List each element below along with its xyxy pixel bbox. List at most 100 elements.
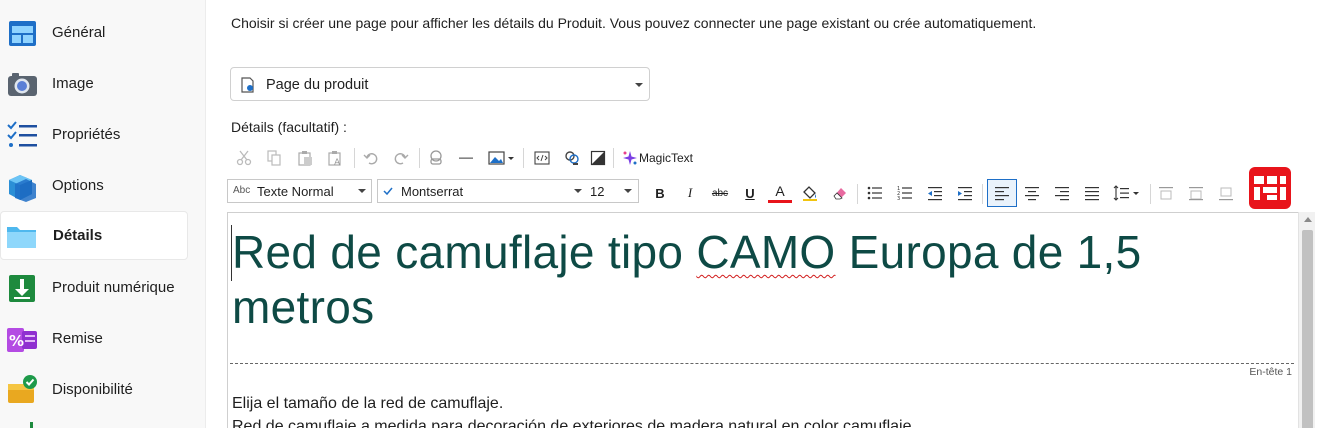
chevron-down-icon bbox=[635, 83, 643, 87]
align-left-button[interactable] bbox=[987, 179, 1017, 207]
download-icon bbox=[9, 274, 35, 302]
bold-button[interactable]: B bbox=[648, 181, 672, 205]
available-box-icon bbox=[8, 374, 37, 403]
chevron-down-icon bbox=[574, 189, 582, 193]
brand-logo bbox=[1249, 167, 1291, 209]
numbered-list-icon: 123 bbox=[897, 186, 912, 201]
indent-button[interactable] bbox=[953, 181, 977, 205]
align-center-button[interactable] bbox=[1020, 181, 1044, 205]
page-select[interactable]: Page du produit bbox=[230, 67, 650, 101]
sparkle-icon bbox=[623, 151, 637, 165]
svg-text:3: 3 bbox=[897, 196, 900, 201]
border-middle-button[interactable] bbox=[1184, 181, 1208, 205]
source-code-button[interactable] bbox=[530, 146, 554, 170]
chevron-down-icon bbox=[624, 189, 632, 193]
clear-format-button[interactable] bbox=[828, 181, 852, 205]
sidebar-item-general[interactable]: Général bbox=[0, 8, 188, 57]
sidebar-item-availability[interactable]: Disponibilité bbox=[0, 365, 188, 414]
camera-icon bbox=[8, 72, 37, 96]
border-bottom-button[interactable] bbox=[1214, 181, 1238, 205]
style-prefix: Abc bbox=[233, 185, 251, 196]
scroll-up-arrow-icon[interactable] bbox=[1304, 217, 1312, 222]
sidebar-item-label: Remise bbox=[52, 330, 103, 347]
bulleted-list-icon bbox=[867, 186, 882, 200]
page-link-icon bbox=[241, 77, 254, 93]
paste-button[interactable] bbox=[293, 146, 317, 170]
redo-button[interactable] bbox=[389, 146, 413, 170]
paragraph-style-value: Texte Normal bbox=[257, 184, 334, 199]
align-right-icon bbox=[1055, 187, 1069, 201]
border-middle-icon bbox=[1189, 187, 1203, 201]
paste-text-button[interactable]: A bbox=[323, 146, 347, 170]
chevron-down-icon bbox=[358, 189, 366, 193]
magic-text-button[interactable]: MagicText bbox=[639, 151, 693, 165]
sidebar-item-label: Général bbox=[52, 24, 106, 41]
font-color-button[interactable]: A bbox=[768, 181, 792, 203]
checkmark-icon bbox=[383, 187, 393, 196]
outdent-icon bbox=[928, 187, 942, 201]
undo-icon bbox=[363, 153, 378, 165]
partial-next-icon bbox=[30, 422, 33, 428]
sidebar-item-image[interactable]: Image bbox=[0, 59, 188, 108]
sidebar-item-label: Options bbox=[52, 177, 104, 194]
sidebar-item-properties[interactable]: Propriétés bbox=[0, 110, 188, 159]
stacked-cubes-icon bbox=[9, 174, 36, 202]
strikethrough-button[interactable]: abc bbox=[708, 181, 732, 205]
highlight-button[interactable] bbox=[798, 181, 822, 205]
cut-button[interactable] bbox=[232, 146, 256, 170]
outdent-button[interactable] bbox=[923, 181, 947, 205]
editor-scrollbar[interactable] bbox=[1298, 212, 1315, 428]
svg-text:A: A bbox=[334, 158, 341, 166]
contrast-button[interactable] bbox=[586, 146, 610, 170]
border-top-icon bbox=[1159, 187, 1173, 200]
content-paragraph[interactable]: Red de camuflaje a medida para decoració… bbox=[232, 418, 916, 428]
border-top-button[interactable] bbox=[1154, 181, 1178, 205]
font-family-value: Montserrat bbox=[401, 184, 464, 199]
line-spacing-icon bbox=[1113, 185, 1139, 201]
contrast-icon bbox=[590, 150, 606, 166]
content-heading[interactable]: Red de camuflaje tipo CAMO Europa de 1,5… bbox=[232, 225, 1292, 335]
line-spacing-button[interactable] bbox=[1110, 181, 1144, 205]
sidebar-item-label: Disponibilité bbox=[52, 381, 133, 398]
brand-logo-icon bbox=[1254, 176, 1286, 200]
align-justify-button[interactable] bbox=[1080, 181, 1104, 205]
image-insert-button[interactable] bbox=[485, 146, 519, 170]
details-label: Détails (facultatif) : bbox=[231, 119, 347, 135]
sidebar-item-label: Produit numérique bbox=[52, 279, 175, 296]
heading-text: Red de camuflaje tipo bbox=[232, 226, 697, 278]
undo-button[interactable] bbox=[359, 146, 383, 170]
rich-text-editor[interactable]: Red de camuflaje tipo CAMO Europa de 1,5… bbox=[227, 212, 1315, 428]
font-family-select[interactable]: Montserrat 12 bbox=[377, 179, 639, 203]
align-center-icon bbox=[1025, 187, 1039, 201]
sidebar-item-options[interactable]: Options bbox=[0, 161, 188, 210]
heading-style-tag: En-tête 1 bbox=[1249, 366, 1292, 378]
horizontal-rule-button[interactable] bbox=[454, 146, 478, 170]
paragraph-style-select[interactable]: Abc Texte Normal bbox=[227, 179, 372, 203]
italic-button[interactable]: I bbox=[678, 181, 702, 205]
sidebar-item-label: Propriétés bbox=[52, 126, 121, 143]
sidebar-item-digital-product[interactable]: Produit numérique bbox=[0, 263, 188, 312]
align-justify-icon bbox=[1085, 187, 1099, 201]
copy-icon bbox=[267, 150, 281, 166]
align-left-icon bbox=[995, 187, 1009, 201]
numbered-list-button[interactable]: 123 bbox=[893, 181, 917, 205]
copy-button[interactable] bbox=[262, 146, 286, 170]
align-right-button[interactable] bbox=[1050, 181, 1074, 205]
misspelled-word[interactable]: CAMO bbox=[696, 226, 835, 278]
sidebar-item-label: Détails bbox=[53, 227, 103, 244]
horizontal-rule-icon bbox=[459, 157, 473, 159]
link-button[interactable] bbox=[424, 146, 448, 170]
special-link-button[interactable] bbox=[560, 146, 584, 170]
sidebar-item-details[interactable]: Détails bbox=[0, 211, 188, 260]
underline-button[interactable]: U bbox=[738, 181, 762, 205]
bulleted-list-button[interactable] bbox=[863, 181, 887, 205]
heading-divider bbox=[230, 363, 1294, 364]
folder-icon bbox=[7, 226, 36, 248]
paint-bucket-icon bbox=[803, 186, 817, 201]
scroll-thumb[interactable] bbox=[1302, 230, 1313, 428]
sidebar-item-discount[interactable]: % Remise bbox=[0, 314, 188, 363]
indent-icon bbox=[958, 187, 972, 201]
content-paragraph[interactable]: Elija el tamaño de la red de camuflaje. bbox=[232, 395, 503, 413]
page-description: Choisir si créer une page pour afficher … bbox=[231, 15, 1037, 31]
page-select-value: Page du produit bbox=[266, 77, 369, 93]
